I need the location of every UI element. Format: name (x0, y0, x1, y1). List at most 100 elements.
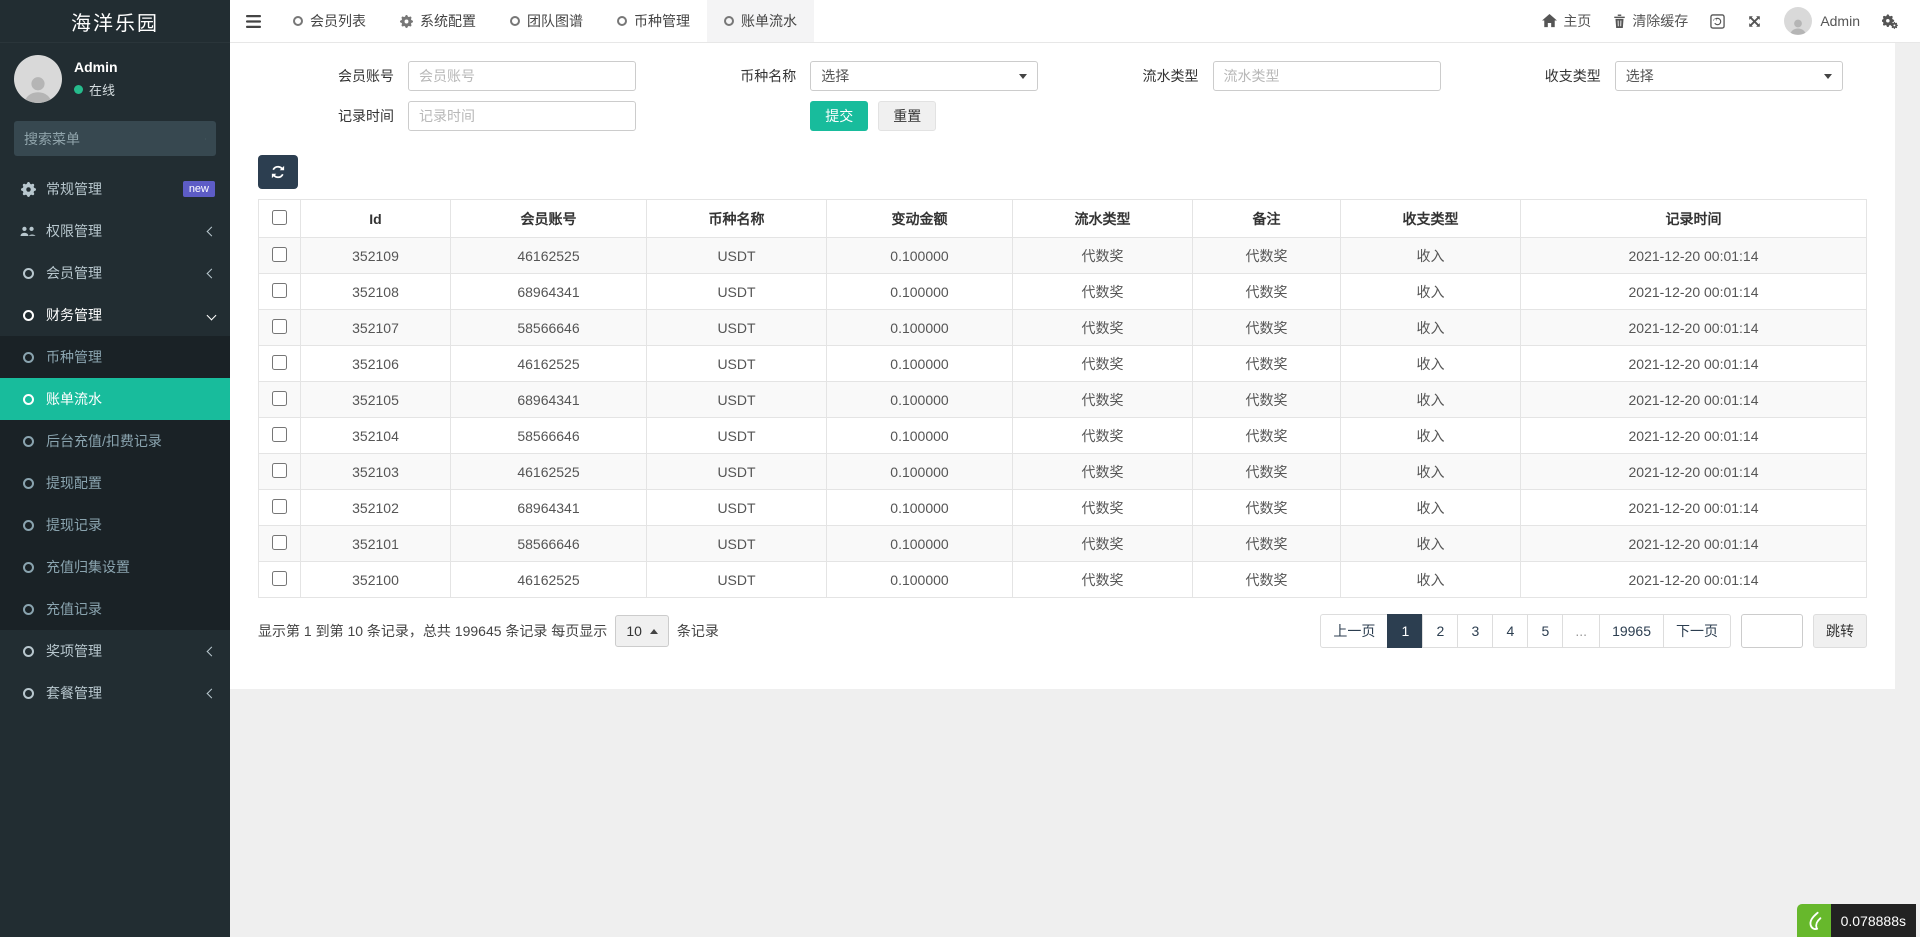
sidebar-item-general[interactable]: 常规管理 new (0, 168, 230, 210)
cell-account: 58566646 (451, 310, 647, 346)
cell-amount: 0.100000 (827, 310, 1013, 346)
cell-id: 352106 (301, 346, 451, 382)
tab-team-graph[interactable]: 团队图谱 (493, 0, 600, 42)
prev-page-button[interactable]: 上一页 (1320, 614, 1388, 648)
row-checkbox[interactable] (272, 283, 287, 298)
row-checkbox[interactable] (272, 427, 287, 442)
sidebar-item-admin-recharge-records[interactable]: 后台充值/扣费记录 (0, 420, 230, 462)
cell-amount: 0.100000 (827, 238, 1013, 274)
row-checkbox[interactable] (272, 319, 287, 334)
page-button-4[interactable]: 4 (1492, 614, 1528, 648)
cell-account: 68964341 (451, 382, 647, 418)
sidebar-item-withdraw-config[interactable]: 提现配置 (0, 462, 230, 504)
home-icon (1542, 14, 1557, 28)
tab-system-config[interactable]: 系统配置 (383, 0, 493, 42)
cell-currency: USDT (647, 382, 827, 418)
record-time-input[interactable] (408, 101, 636, 131)
pagination-bar: 显示第 1 到第 10 条记录，总共 199645 条记录 每页显示 10 条记… (258, 614, 1867, 648)
cell-time: 2021-12-20 00:01:14 (1521, 382, 1867, 418)
sidebar-item-currency[interactable]: 币种管理 (0, 336, 230, 378)
bill-flow-panel: 会员账号 币种名称 选择 流水类型 (230, 43, 1895, 689)
sidebar-item-bill-flow[interactable]: 账单流水 (0, 378, 230, 420)
clear-cache-link[interactable]: 清除缓存 (1613, 11, 1688, 31)
cell-amount: 0.100000 (827, 346, 1013, 382)
refresh-tab-icon[interactable] (1710, 14, 1725, 29)
sidebar-item-packages[interactable]: 套餐管理 (0, 672, 230, 714)
page-button-last[interactable]: 19965 (1599, 614, 1664, 648)
hamburger-icon[interactable] (230, 0, 276, 42)
home-link[interactable]: 主页 (1542, 11, 1591, 31)
page-button-5[interactable]: 5 (1527, 614, 1563, 648)
page-button-2[interactable]: 2 (1422, 614, 1458, 648)
cell-remark: 代数奖 (1193, 562, 1341, 598)
tab-currency[interactable]: 币种管理 (600, 0, 707, 42)
circle-icon (20, 268, 36, 279)
currency-select[interactable]: 选择 (810, 61, 1038, 91)
sidebar-menu-bottom: 奖项管理 套餐管理 (0, 630, 230, 714)
row-checkbox[interactable] (272, 247, 287, 262)
row-checkbox[interactable] (272, 391, 287, 406)
thinkphp-logo-icon[interactable] (1797, 904, 1831, 937)
submit-button[interactable]: 提交 (810, 101, 868, 131)
sidebar-item-collection-settings[interactable]: 充值归集设置 (0, 546, 230, 588)
next-page-button[interactable]: 下一页 (1663, 614, 1731, 648)
member-account-input[interactable] (408, 61, 636, 91)
sidebar-item-recharge-log[interactable]: 充值记录 (0, 588, 230, 630)
row-checkbox[interactable] (272, 535, 287, 550)
record-time-label: 记录时间 (258, 106, 408, 126)
pager: 上一页 1 2 3 4 5 ... 19965 下一页 (1320, 614, 1731, 648)
row-checkbox[interactable] (272, 355, 287, 370)
income-type-select[interactable]: 选择 (1615, 61, 1843, 91)
cell-time: 2021-12-20 00:01:14 (1521, 562, 1867, 598)
page-button-1[interactable]: 1 (1387, 614, 1423, 648)
navbar-user-menu[interactable]: Admin (1784, 7, 1860, 35)
cell-account: 46162525 (451, 562, 647, 598)
trash-icon (1613, 14, 1626, 28)
search-icon[interactable] (205, 132, 206, 146)
cell-currency: USDT (647, 490, 827, 526)
table-row: 352106 46162525 USDT 0.100000 代数奖 代数奖 收入… (259, 346, 1867, 382)
select-all-checkbox[interactable] (272, 210, 287, 225)
row-checkbox[interactable] (272, 463, 287, 478)
sidebar-item-permission[interactable]: 权限管理 (0, 210, 230, 252)
settings-gears-icon[interactable] (1882, 14, 1898, 29)
flow-type-input[interactable] (1213, 61, 1441, 91)
jump-button[interactable]: 跳转 (1813, 614, 1867, 648)
sidebar-item-awards[interactable]: 奖项管理 (0, 630, 230, 672)
cell-id: 352101 (301, 526, 451, 562)
circle-icon (724, 16, 734, 26)
sidebar-item-finance[interactable]: 财务管理 (0, 294, 230, 336)
table-row: 352102 68964341 USDT 0.100000 代数奖 代数奖 收入… (259, 490, 1867, 526)
content-area: 会员账号 币种名称 选择 流水类型 (230, 43, 1920, 937)
row-checkbox[interactable] (272, 571, 287, 586)
fullscreen-icon[interactable] (1747, 14, 1762, 29)
cell-id: 352105 (301, 382, 451, 418)
cell-flow-type: 代数奖 (1013, 310, 1193, 346)
app-logo[interactable]: 海洋乐园 (0, 0, 230, 43)
col-currency-name: 币种名称 (647, 200, 827, 238)
table-body: 352109 46162525 USDT 0.100000 代数奖 代数奖 收入… (259, 238, 1867, 598)
member-account-label: 会员账号 (258, 66, 408, 86)
top-navbar: 会员列表 系统配置 团队图谱 币种管理 账单流水 (230, 0, 1920, 43)
cell-flow-type: 代数奖 (1013, 274, 1193, 310)
sidebar-item-member[interactable]: 会员管理 (0, 252, 230, 294)
cell-time: 2021-12-20 00:01:14 (1521, 454, 1867, 490)
circle-icon (20, 436, 36, 447)
chevron-down-icon (207, 310, 217, 320)
reset-button[interactable]: 重置 (878, 101, 936, 131)
page-size-dropdown[interactable]: 10 (615, 615, 669, 647)
cell-time: 2021-12-20 00:01:14 (1521, 274, 1867, 310)
cell-remark: 代数奖 (1193, 274, 1341, 310)
row-checkbox[interactable] (272, 499, 287, 514)
refresh-button[interactable] (258, 155, 298, 189)
circle-icon (20, 604, 36, 615)
tab-member-list[interactable]: 会员列表 (276, 0, 383, 42)
menu-search-input[interactable] (24, 131, 205, 147)
app-root: 海洋乐园 Admin 在线 常规管理 new (0, 0, 1920, 937)
circle-icon (20, 562, 36, 573)
tab-bill-flow[interactable]: 账单流水 (707, 0, 814, 42)
sidebar-item-withdraw-records[interactable]: 提现记录 (0, 504, 230, 546)
page-button-3[interactable]: 3 (1457, 614, 1493, 648)
jump-page-input[interactable] (1741, 614, 1803, 648)
cell-remark: 代数奖 (1193, 454, 1341, 490)
